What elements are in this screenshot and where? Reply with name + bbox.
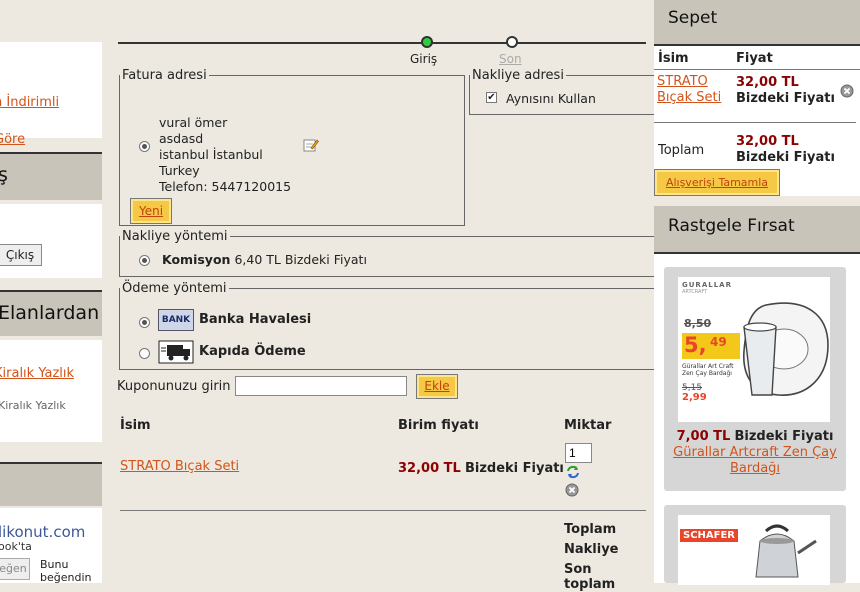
- shipping-method-radio[interactable]: [139, 255, 150, 266]
- left-listings-box: Kiralık Yazlık Kiralık Yazlık: [0, 340, 102, 442]
- shipping-label: Nakliye: [564, 542, 619, 557]
- progress-dot-final: [506, 36, 518, 48]
- same-address-label: Aynısını Kullan: [506, 91, 596, 106]
- deal-image-new-price-2: 2,99: [682, 392, 707, 403]
- col-header-unit-price: Birim fiyatı: [398, 418, 479, 433]
- cart-item-link-sidebar[interactable]: STRATO Bıçak Seti: [657, 74, 721, 106]
- col-header-name: İsim: [120, 418, 151, 433]
- shipping-method-legend: Nakliye yöntemi: [122, 229, 228, 244]
- left-listing-link[interactable]: Kiralık Yazlık: [0, 366, 74, 381]
- cart-divider-top: [654, 69, 860, 70]
- payment-legend: Ödeme yöntemi: [122, 281, 227, 296]
- left-listing-text: Kiralık Yazlık: [0, 399, 66, 412]
- deal-product-image[interactable]: GURALLAR ARTCRAFT 8,50 5, 49 Gürallar Ar…: [678, 277, 830, 422]
- fb-like-text: Bunu beğendin: [40, 558, 92, 584]
- billing-address-text: vural ömer asdasd istanbul İstanbul Turk…: [159, 115, 292, 194]
- logout-button[interactable]: Çıkış: [0, 244, 42, 266]
- site-name: likonut.com: [0, 523, 86, 541]
- total-label: Toplam: [564, 522, 617, 537]
- deal-card-2: SCHAFER: [664, 505, 846, 585]
- deal-image-caption: Gürallar Art Craft Zen Çay Bardağı: [682, 363, 734, 377]
- fb-text: ook'ta: [0, 540, 32, 553]
- deal-product-image-2[interactable]: SCHAFER: [678, 515, 830, 585]
- cash-on-delivery-radio[interactable]: [139, 348, 150, 359]
- coupon-label: Kuponunuzu girin: [117, 379, 231, 394]
- edit-address-icon[interactable]: [303, 138, 319, 152]
- left-link-discount[interactable]: n İndirimli: [0, 95, 59, 110]
- shipping-method-fieldset: Nakliye yöntemi Komisyon 6,40 TL Bizdeki…: [119, 229, 655, 277]
- cart-item-price-sidebar: 32,00 TL Bizdeki Fiyatı: [736, 75, 835, 106]
- deal-image-price-tag: 5, 49: [682, 333, 740, 359]
- cart-header: Sepet: [654, 0, 860, 46]
- cart-total-price: 32,00 TL Bizdeki Fiyatı: [736, 134, 835, 165]
- progress-dot-login: [421, 36, 433, 48]
- tea-glass-icon: [743, 302, 829, 396]
- bank-transfer-radio[interactable]: [139, 317, 150, 328]
- bank-icon: BANK: [158, 309, 194, 331]
- left-facebook-header: [0, 462, 102, 506]
- cart-item-link[interactable]: STRATO Bıçak Seti: [120, 459, 239, 474]
- bank-transfer-label: Banka Havalesi: [199, 312, 312, 327]
- shipping-address-fieldset: Nakliye adresi ✔ Aynısını Kullan: [469, 68, 655, 115]
- deal-image-brand: GURALLAR: [682, 281, 732, 289]
- cart-col-name: İsim: [658, 51, 689, 66]
- payment-method-fieldset: Ödeme yöntemi BANK Banka Havalesi Kapıda…: [119, 281, 655, 370]
- col-header-quantity: Miktar: [564, 418, 612, 433]
- deal-image-brand-sub: ARTCRAFT: [682, 289, 708, 295]
- right-gap: [654, 196, 860, 206]
- shipping-address-legend: Nakliye adresi: [472, 68, 564, 83]
- cart-divider-bottom: [654, 122, 856, 123]
- left-links-box: n İndirimli Göre: [0, 42, 102, 147]
- remove-cart-item-icon[interactable]: [840, 84, 854, 98]
- quantity-input[interactable]: [565, 443, 592, 463]
- cart-item-price: 32,00 TL Bizdeki Fiyatı: [398, 461, 564, 476]
- coupon-input[interactable]: [235, 376, 407, 396]
- billing-legend: Fatura adresi: [122, 68, 207, 83]
- shipping-method-label: Komisyon 6,40 TL Bizdeki Fiyatı: [162, 252, 367, 267]
- deal-header: Rastgele Fırsat: [654, 206, 860, 254]
- cart-total-label: Toplam: [658, 143, 705, 158]
- fb-like-button[interactable]: eğen: [0, 558, 30, 580]
- left-login-box: Çıkış: [0, 204, 102, 278]
- left-listings-header: Elanlardan: [0, 290, 102, 336]
- add-coupon-button[interactable]: Ekle: [416, 374, 458, 399]
- cart-col-price: Fiyat: [736, 51, 773, 66]
- right-column: Sepet İsim Fiyat STRATO Bıçak Seti 32,00 …: [654, 0, 860, 585]
- billing-address-fieldset: Fatura adresi vural ömer asdasd istanbul…: [119, 68, 465, 226]
- left-link-sort[interactable]: Göre: [0, 132, 25, 147]
- billing-address-radio[interactable]: [139, 141, 150, 152]
- checkout-button[interactable]: Alışverişi Tamamla: [654, 169, 780, 196]
- progress-label-login: Giriş: [410, 52, 438, 66]
- deal-card: GURALLAR ARTCRAFT 8,50 5, 49 Gürallar Ar…: [664, 267, 846, 491]
- delivery-truck-icon: [158, 340, 194, 364]
- deal-2-brand: SCHAFER: [680, 529, 739, 542]
- new-address-button[interactable]: Yeni: [130, 198, 172, 224]
- progress-line: [118, 42, 646, 44]
- teapot-icon: [755, 524, 817, 578]
- deal-price: 7,00 TL Bizdeki Fiyatı: [676, 429, 834, 444]
- remove-item-icon[interactable]: [565, 483, 579, 497]
- left-facebook-box: likonut.com ook'ta eğen Bunu beğendin: [0, 508, 102, 584]
- deal-product-link[interactable]: Gürallar Artcraft Zen Çay Bardağı: [668, 445, 842, 477]
- table-divider: [120, 510, 646, 511]
- left-section-header: ş: [0, 152, 102, 200]
- cash-on-delivery-label: Kapıda Ödeme: [199, 344, 306, 359]
- same-address-checkbox[interactable]: ✔: [486, 92, 497, 103]
- grand-total-label: Son toplam: [564, 562, 616, 592]
- refresh-icon[interactable]: [566, 465, 580, 479]
- checkout-main: Giriş Son Fatura adresi vural ömer asdas…: [108, 0, 655, 592]
- deal-image-old-price: 8,50: [684, 317, 712, 330]
- progress-label-final: Son: [499, 52, 522, 66]
